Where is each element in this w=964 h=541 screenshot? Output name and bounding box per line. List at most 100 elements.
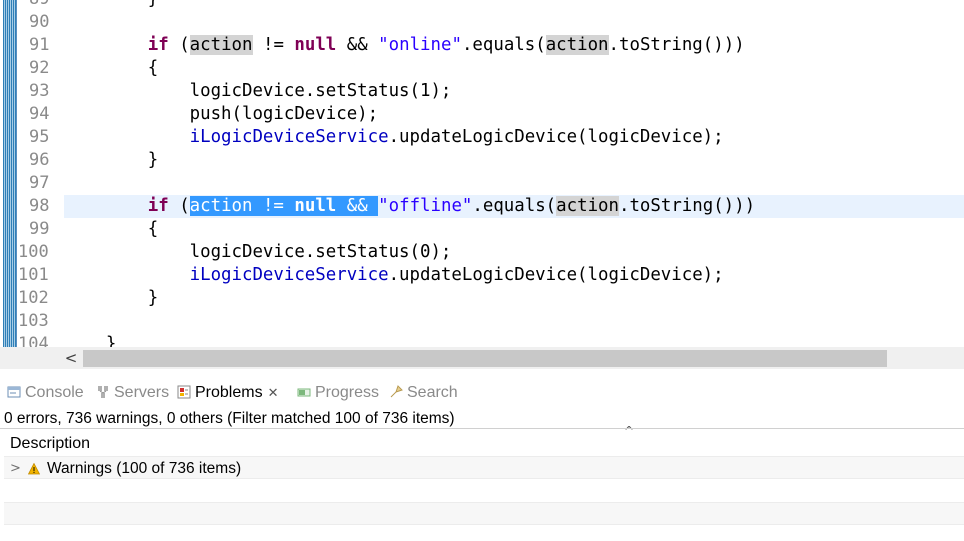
code-selection: && bbox=[336, 196, 379, 216]
code-text[interactable]: } bbox=[64, 149, 158, 172]
code-token: } bbox=[64, 288, 159, 308]
code-text[interactable]: logicDevice.setStatus(1); bbox=[64, 80, 452, 103]
tab-label: Servers bbox=[114, 384, 170, 401]
line-number: 96 bbox=[29, 150, 50, 170]
tab-label: Problems bbox=[195, 384, 263, 401]
code-line[interactable]: 101 iLogicDeviceService.updateLogicDevic… bbox=[0, 264, 964, 287]
line-number: 100 bbox=[18, 242, 49, 262]
code-token: ( bbox=[168, 196, 190, 216]
code-text[interactable]: { bbox=[64, 218, 158, 241]
code-token: .updateLogicDevice(logicDevice); bbox=[388, 265, 724, 285]
line-number: 98 bbox=[29, 196, 50, 216]
code-field: iLogicDeviceService bbox=[189, 127, 389, 147]
console-icon bbox=[7, 384, 21, 398]
tab-console[interactable]: Console bbox=[7, 382, 84, 404]
line-number: 104 bbox=[18, 334, 49, 347]
code-text[interactable]: if (action != null && "offline".equals(a… bbox=[64, 195, 755, 218]
code-occurrence: action bbox=[189, 35, 253, 55]
code-token: ( bbox=[168, 35, 190, 55]
code-text[interactable]: logicDevice.setStatus(0); bbox=[64, 241, 452, 264]
code-token: && bbox=[336, 35, 379, 55]
sort-indicator-icon: ^ bbox=[624, 424, 635, 438]
code-line[interactable]: 95 iLogicDeviceService.updateLogicDevice… bbox=[0, 126, 964, 149]
table-row bbox=[4, 502, 964, 525]
warnings-row-label: Warnings (100 of 736 items) bbox=[47, 460, 242, 477]
code-token: } bbox=[64, 150, 159, 170]
code-text[interactable]: { bbox=[64, 57, 158, 80]
table-row-warnings[interactable]: > Warnings (100 of 736 items) bbox=[4, 456, 964, 479]
code-string: "online" bbox=[378, 35, 462, 55]
code-text[interactable]: } bbox=[64, 0, 158, 11]
code-token: push(logicDevice); bbox=[64, 104, 379, 124]
code-text[interactable]: if (action != null && "online".equals(ac… bbox=[64, 34, 745, 57]
line-number: 102 bbox=[18, 288, 49, 308]
code-line[interactable]: 100 logicDevice.setStatus(0); bbox=[0, 241, 964, 264]
line-number: 92 bbox=[29, 58, 50, 78]
line-number: 91 bbox=[29, 35, 50, 55]
code-line[interactable]: 92 { bbox=[0, 57, 964, 80]
code-line[interactable]: 97 bbox=[0, 172, 964, 195]
line-number: 89 bbox=[17, 0, 57, 11]
tab-label: Progress bbox=[315, 384, 380, 401]
tab-progress[interactable]: Progress bbox=[297, 382, 379, 404]
code-line[interactable]: 91 if (action != null && "online".equals… bbox=[0, 34, 964, 57]
code-line[interactable]: 93 logicDevice.setStatus(1); bbox=[0, 80, 964, 103]
code-text[interactable]: } bbox=[64, 287, 158, 310]
problems-icon bbox=[177, 384, 191, 399]
code-string: "offline" bbox=[378, 196, 473, 216]
servers-icon bbox=[96, 384, 110, 398]
code-token: .equals( bbox=[461, 35, 546, 55]
problems-summary: 0 errors, 736 warnings, 0 others (Filter… bbox=[4, 410, 455, 427]
tab-label: Console bbox=[25, 384, 84, 401]
code-line[interactable]: 102 } bbox=[0, 287, 964, 310]
code-line[interactable]: 104 } bbox=[0, 333, 964, 347]
line-number: 103 bbox=[18, 311, 49, 331]
table-row bbox=[4, 525, 964, 541]
code-token: .equals( bbox=[472, 196, 557, 216]
warning-icon bbox=[27, 462, 41, 475]
code-line-current[interactable]: 98 if (action != null && "offline".equal… bbox=[0, 195, 964, 218]
table-divider bbox=[0, 428, 964, 429]
search-icon bbox=[389, 384, 403, 398]
code-token: } bbox=[64, 0, 158, 9]
line-number: 94 bbox=[29, 104, 50, 124]
code-line[interactable]: 89 } bbox=[0, 0, 964, 11]
code-text[interactable]: iLogicDeviceService.updateLogicDevice(lo… bbox=[64, 126, 724, 149]
line-number: 93 bbox=[29, 81, 50, 101]
code-text[interactable]: iLogicDeviceService.updateLogicDevice(lo… bbox=[64, 264, 724, 287]
code-line[interactable]: 103 bbox=[0, 310, 964, 333]
tab-search[interactable]: Search bbox=[389, 382, 458, 404]
column-header-description[interactable]: Description bbox=[10, 433, 90, 455]
code-token: } bbox=[64, 334, 117, 347]
code-occurrence: action bbox=[556, 196, 619, 216]
progress-icon bbox=[297, 384, 311, 398]
tab-problems[interactable]: Problems ✕ bbox=[177, 382, 278, 404]
scrollbar-thumb[interactable] bbox=[83, 350, 887, 367]
code-editor[interactable]: 89 }9091 if (action != null && "online".… bbox=[0, 0, 964, 347]
scroll-left-arrow[interactable]: < bbox=[62, 349, 80, 367]
code-token: .updateLogicDevice(logicDevice); bbox=[388, 127, 724, 147]
code-token: { bbox=[64, 219, 159, 239]
code-line[interactable]: 96 } bbox=[0, 149, 964, 172]
code-token: logicDevice.setStatus(0); bbox=[64, 242, 452, 262]
chevron-right-icon[interactable]: > bbox=[10, 457, 21, 480]
code-occurrence: action bbox=[545, 35, 609, 55]
code-text[interactable]: push(logicDevice); bbox=[64, 103, 378, 126]
code-line[interactable]: 94 push(logicDevice); bbox=[0, 103, 964, 126]
close-icon[interactable]: ✕ bbox=[268, 382, 279, 404]
tab-servers[interactable]: Servers bbox=[96, 382, 169, 404]
view-tab-bar: Console Servers Problems ✕ Progress Searc… bbox=[0, 377, 964, 407]
code-token: { bbox=[64, 58, 159, 78]
horizontal-scrollbar[interactable]: < bbox=[0, 347, 964, 369]
tab-label: Search bbox=[407, 384, 458, 401]
line-number: 99 bbox=[29, 219, 50, 239]
code-selection: null bbox=[294, 196, 337, 216]
code-line[interactable]: 90 bbox=[0, 11, 964, 34]
code-text[interactable]: } bbox=[64, 333, 116, 347]
code-line[interactable]: 99 { bbox=[0, 218, 964, 241]
code-selection: action != bbox=[189, 196, 295, 216]
